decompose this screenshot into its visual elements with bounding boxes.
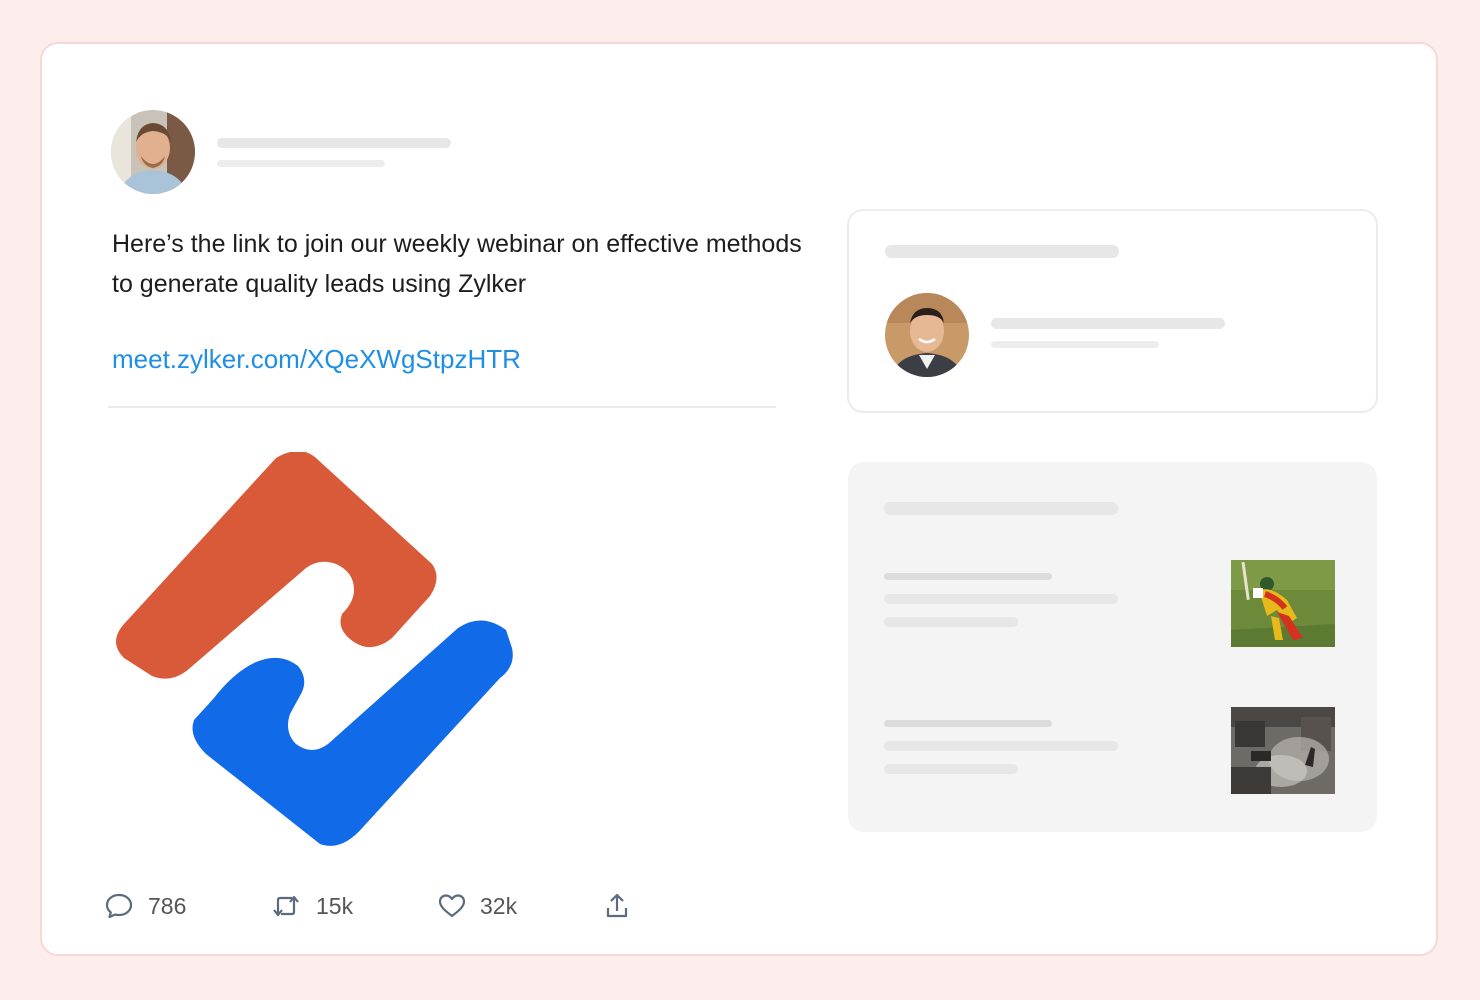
post-card: Here’s the link to join our weekly webin… [40,42,1438,956]
author-avatar[interactable] [111,110,195,194]
heart-icon [438,894,466,918]
comment-bubble-icon [105,893,133,919]
trending-item-thumbnail [1231,707,1335,794]
repost-button[interactable]: 15k [270,886,353,926]
webinar-link[interactable]: meet.zylker.com/XQeXWgStpzHTR [112,344,521,375]
zylker-logo [110,451,516,858]
share-button[interactable] [604,886,630,926]
logo-orange-shape [116,451,437,679]
profile-suggestion-card [847,209,1378,413]
post-text: Here’s the link to join our weekly webin… [112,230,802,298]
author-handle-placeholder [217,160,385,167]
post-divider [108,406,776,408]
suggested-user-avatar[interactable] [885,293,969,377]
trending-item-meta-placeholder [884,573,1052,580]
like-button[interactable]: 32k [438,886,517,926]
author-name-placeholder [217,138,451,148]
trending-item-subtitle-placeholder [884,617,1018,627]
like-count: 32k [480,892,518,919]
trending-item-title-placeholder [884,741,1118,751]
suggested-user-handle-placeholder [991,341,1159,348]
logo-blue-shape [192,620,513,846]
repost-count: 15k [316,892,354,919]
trending-title-placeholder [884,502,1118,515]
comment-count: 786 [148,892,187,919]
suggestion-title-placeholder [885,245,1119,258]
trending-item-title-placeholder [884,594,1118,604]
share-upload-icon [606,893,628,918]
trending-item-thumbnail [1231,560,1335,647]
trending-panel [848,462,1377,832]
comment-button[interactable]: 786 [104,886,186,926]
suggested-user-name-placeholder [991,318,1225,329]
trending-item-subtitle-placeholder [884,764,1018,774]
repost-icon [273,895,299,917]
trending-item-meta-placeholder [884,720,1052,727]
